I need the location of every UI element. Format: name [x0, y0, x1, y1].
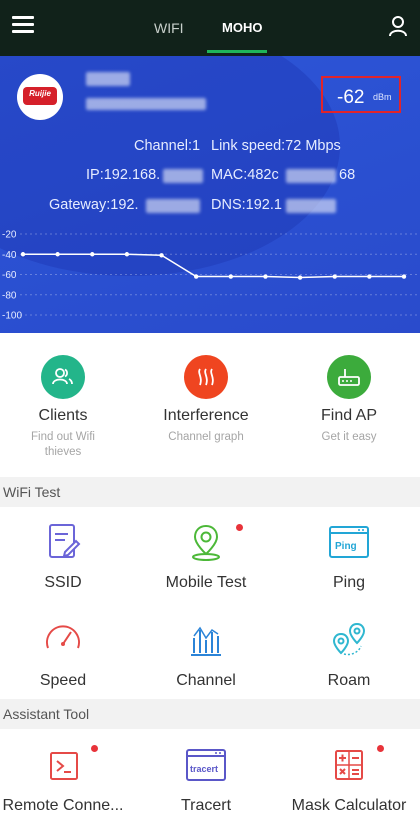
wifi-test-title: WiFi Test	[3, 484, 61, 500]
gateway-text: Gateway:192.	[49, 197, 139, 213]
active-tab-indicator	[207, 50, 267, 53]
wifi-info-panel: Ruijie -62 dBm Channel:1 Link speed:72 M…	[0, 56, 420, 333]
mobile-test-label: Mobile Test	[165, 574, 247, 591]
clients-action[interactable]: Clients Find out Wifi thieves	[0, 355, 133, 460]
chart-point	[263, 274, 268, 279]
speed-label: Speed	[39, 672, 87, 689]
chart-point	[20, 252, 26, 257]
ruijie-logo: Ruijie	[17, 74, 63, 120]
location-pin-icon	[186, 522, 243, 562]
chart-point	[401, 274, 407, 279]
chart-point	[228, 274, 234, 279]
chart-point	[124, 252, 130, 257]
assistant-tool-title: Assistant Tool	[3, 706, 90, 722]
find-ap-title: Find AP	[320, 407, 378, 424]
find-ap-subtitle: Get it easy	[321, 431, 377, 443]
redacted-bssid	[86, 98, 206, 110]
chart-point	[55, 252, 60, 257]
top-bar: WIFI MOHO	[0, 0, 420, 56]
chart-y-tick-label: -40	[2, 250, 17, 261]
roam-tool[interactable]: Roam	[279, 620, 419, 690]
signal-value: -62	[337, 87, 365, 108]
channel-tool[interactable]: Channel	[136, 620, 276, 690]
chart-y-tick-label: -60	[2, 270, 17, 281]
redacted-mac	[286, 169, 336, 183]
chart-point	[159, 253, 164, 258]
tracert-icon-text: tracert	[190, 764, 218, 774]
find-ap-action[interactable]: Find AP Get it easy	[279, 355, 419, 445]
interference-title: Interference	[163, 407, 249, 424]
hamburger-menu-icon[interactable]	[12, 16, 34, 34]
tracert-tool[interactable]: tracert Tracert	[136, 745, 276, 815]
tracert-label: Tracert	[180, 797, 232, 814]
mac-text: MAC:482c	[211, 167, 279, 183]
remote-connect-label: Remote Conne...	[2, 797, 124, 814]
ssid-tool[interactable]: SSID	[0, 522, 133, 592]
redacted-gateway	[146, 199, 200, 213]
tracert-icon: tracert	[186, 745, 226, 785]
signal-history-chart: -20 -40 -60 -80 -100	[2, 230, 420, 322]
mask-calculator-label: Mask Calculator	[291, 797, 407, 814]
chart-y-tick-label: -80	[2, 290, 17, 301]
chart-y-tick-label: -20	[2, 230, 17, 241]
link-speed-text: Link speed:72 Mbps	[211, 138, 341, 154]
channel-bars-icon	[186, 620, 226, 660]
ping-icon-text: Ping	[335, 541, 357, 552]
speed-tool[interactable]: Speed	[0, 620, 133, 690]
interference-subtitle: Channel graph	[168, 431, 244, 443]
redacted-dns	[286, 199, 336, 213]
mask-calculator-notification-dot	[377, 745, 384, 752]
remote-connect-tool[interactable]: Remote Conne...	[0, 745, 133, 815]
app: WIFI MOHO Ruijie -62 dBm Channel:1 Link …	[0, 0, 420, 820]
signal-strength-box: -62 dBm	[321, 76, 401, 113]
ping-icon: Ping	[329, 522, 369, 562]
redacted-ssid	[86, 72, 130, 86]
document-edit-icon	[43, 522, 83, 562]
tab-moho[interactable]: MOHO	[222, 20, 262, 35]
ssid-label: SSID	[44, 574, 82, 591]
mac-tail-text: 68	[339, 167, 356, 183]
clients-subtitle: Find out Wifi thieves	[31, 431, 95, 458]
chart-point	[193, 274, 199, 279]
assistant-tool-section-header: Assistant Tool	[0, 699, 420, 729]
interference-action[interactable]: Interference Channel graph	[136, 355, 276, 445]
roam-label: Roam	[327, 672, 371, 689]
redacted-ip	[163, 169, 203, 183]
clients-icon	[41, 355, 85, 399]
remote-connect-notification-dot	[91, 745, 98, 752]
dns-text: DNS:192.1	[211, 197, 282, 213]
channel-text: Channel:1	[134, 138, 201, 154]
channel-label: Channel	[176, 672, 236, 689]
ping-label: Ping	[332, 574, 366, 591]
ping-tool[interactable]: Ping Ping	[279, 522, 419, 592]
terminal-icon	[43, 745, 98, 785]
chart-point	[297, 275, 303, 280]
chart-y-tick-label: -100	[2, 311, 22, 322]
chart-point	[367, 274, 372, 279]
chart-point	[332, 274, 337, 279]
mask-calculator-tool[interactable]: Mask Calculator	[279, 745, 419, 815]
ip-text: IP:192.168.	[86, 167, 161, 183]
chart-point	[90, 252, 95, 257]
clients-title: Clients	[38, 407, 88, 424]
roam-pins-icon	[329, 620, 369, 660]
tab-wifi[interactable]: WIFI	[154, 20, 184, 36]
router-icon	[327, 355, 371, 399]
wifi-test-section-header: WiFi Test	[0, 477, 420, 507]
calculator-icon	[329, 745, 384, 785]
interference-icon	[184, 355, 228, 399]
mobile-test-notification-dot	[236, 524, 243, 531]
signal-unit: dBm	[373, 92, 392, 102]
speedometer-icon	[43, 620, 83, 660]
user-profile-icon[interactable]	[388, 15, 408, 37]
mobile-test-tool[interactable]: Mobile Test	[136, 522, 276, 592]
